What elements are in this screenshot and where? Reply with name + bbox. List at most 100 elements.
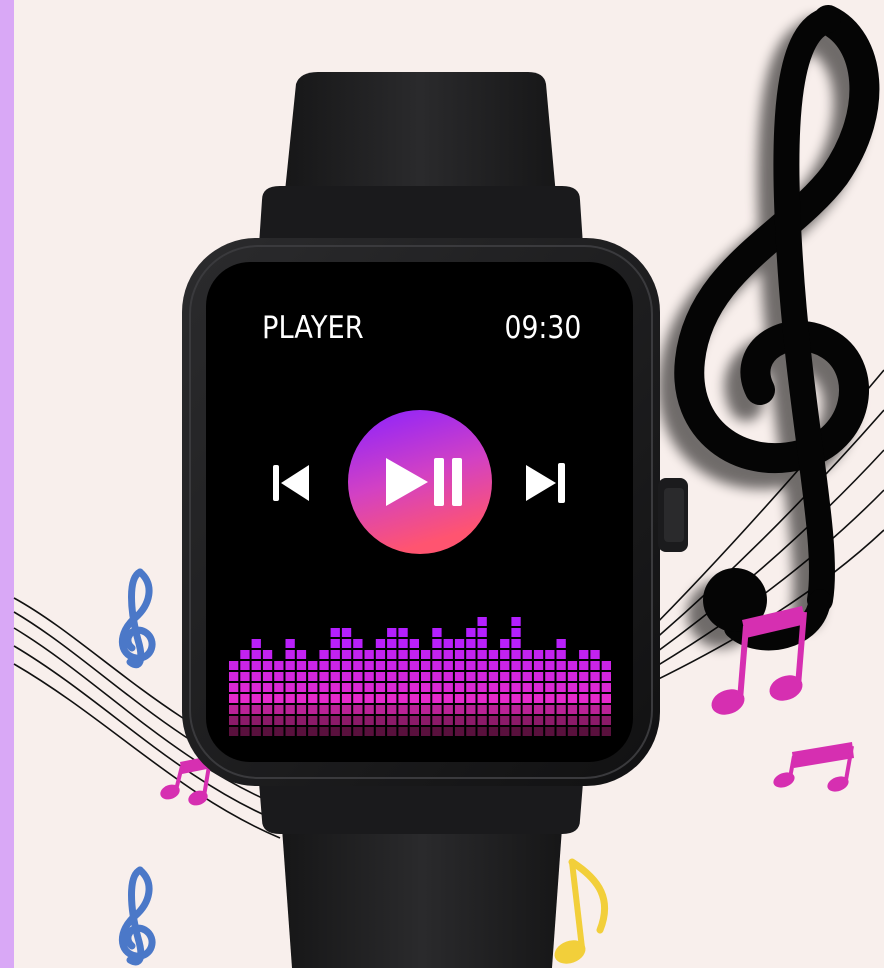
eq-cell xyxy=(353,683,363,692)
eq-cell xyxy=(364,650,374,659)
prev-button[interactable] xyxy=(269,463,319,503)
eq-cell xyxy=(477,639,487,648)
eq-cell xyxy=(398,672,408,681)
eq-cell xyxy=(330,639,340,648)
eq-cell xyxy=(353,661,363,670)
eq-cell xyxy=(409,694,419,703)
eq-cell xyxy=(251,727,261,736)
play-pause-icon xyxy=(348,410,492,554)
eq-cell xyxy=(398,694,408,703)
eq-cell xyxy=(262,650,273,659)
eq-cell xyxy=(601,661,611,670)
eq-cell xyxy=(488,694,499,703)
eq-cell xyxy=(229,683,239,692)
eq-cell xyxy=(443,705,453,714)
eq-cell xyxy=(579,683,589,692)
eq-cell xyxy=(500,705,510,714)
eq-cell xyxy=(274,727,284,736)
eq-cell xyxy=(432,628,442,637)
eq-cell xyxy=(296,661,307,670)
eq-cell xyxy=(488,683,499,692)
eq-cell xyxy=(319,672,329,681)
eq-cell xyxy=(522,650,532,659)
eq-cell xyxy=(341,727,352,736)
eq-cell xyxy=(285,705,295,714)
eq-cell xyxy=(262,694,273,703)
eq-cell xyxy=(556,650,566,659)
eq-cell xyxy=(443,694,453,703)
eq-cell xyxy=(477,617,487,626)
next-button[interactable] xyxy=(520,461,570,505)
eq-cell xyxy=(274,694,284,703)
eq-cell xyxy=(375,705,386,714)
eq-cell xyxy=(274,716,284,725)
eq-cell xyxy=(533,716,544,725)
eq-cell xyxy=(488,661,499,670)
eq-cell xyxy=(240,672,250,681)
eq-cell xyxy=(262,661,273,670)
eq-cell xyxy=(229,661,239,670)
eq-cell xyxy=(477,727,487,736)
eq-cell xyxy=(353,694,363,703)
eq-cell xyxy=(364,672,374,681)
eq-cell xyxy=(240,705,250,714)
eq-cell xyxy=(274,661,284,670)
eq-cell xyxy=(533,705,544,714)
eq-cell xyxy=(387,683,397,692)
eq-cell xyxy=(567,683,578,692)
eq-cell xyxy=(601,716,611,725)
eq-cell xyxy=(511,628,521,637)
eq-cell xyxy=(296,672,307,681)
eq-cell xyxy=(341,661,352,670)
eq-cell xyxy=(409,727,419,736)
eq-cell xyxy=(590,661,600,670)
eq-cell xyxy=(511,727,521,736)
eq-cell xyxy=(409,716,419,725)
eq-cell xyxy=(454,639,465,648)
eq-cell xyxy=(262,716,273,725)
eq-cell xyxy=(522,716,532,725)
eq-cell xyxy=(409,683,419,692)
eq-cell xyxy=(556,705,566,714)
eq-cell xyxy=(601,683,611,692)
eq-cell xyxy=(285,650,295,659)
eq-cell xyxy=(545,672,555,681)
eq-cell xyxy=(330,650,340,659)
eq-cell xyxy=(364,683,374,692)
eq-cell xyxy=(533,694,544,703)
eq-cell xyxy=(296,694,307,703)
eq-cell xyxy=(454,705,465,714)
eq-cell xyxy=(443,683,453,692)
eq-cell xyxy=(500,650,510,659)
eq-cell xyxy=(387,694,397,703)
eq-cell xyxy=(341,705,352,714)
eq-cell xyxy=(522,661,532,670)
eq-cell xyxy=(477,683,487,692)
eq-cell xyxy=(398,639,408,648)
eq-cell xyxy=(590,672,600,681)
eq-cell xyxy=(353,705,363,714)
clock-time: 09:30 xyxy=(504,310,581,346)
eq-cell xyxy=(556,716,566,725)
eq-cell xyxy=(579,705,589,714)
eq-cell xyxy=(488,672,499,681)
eq-cell xyxy=(375,650,386,659)
eq-cell xyxy=(421,650,431,659)
eq-cell xyxy=(567,727,578,736)
eq-cell xyxy=(511,683,521,692)
eq-cell xyxy=(330,716,340,725)
eq-cell xyxy=(285,727,295,736)
eq-cell xyxy=(364,705,374,714)
eq-cell xyxy=(545,694,555,703)
eq-cell xyxy=(454,650,465,659)
eq-cell xyxy=(330,705,340,714)
eq-cell xyxy=(466,650,476,659)
eq-cell xyxy=(409,705,419,714)
eq-cell xyxy=(308,672,318,681)
eq-cell xyxy=(262,683,273,692)
play-pause-button[interactable] xyxy=(348,410,492,554)
eq-cell xyxy=(511,650,521,659)
eq-cell xyxy=(533,727,544,736)
eq-cell xyxy=(500,694,510,703)
eq-cell xyxy=(240,650,250,659)
